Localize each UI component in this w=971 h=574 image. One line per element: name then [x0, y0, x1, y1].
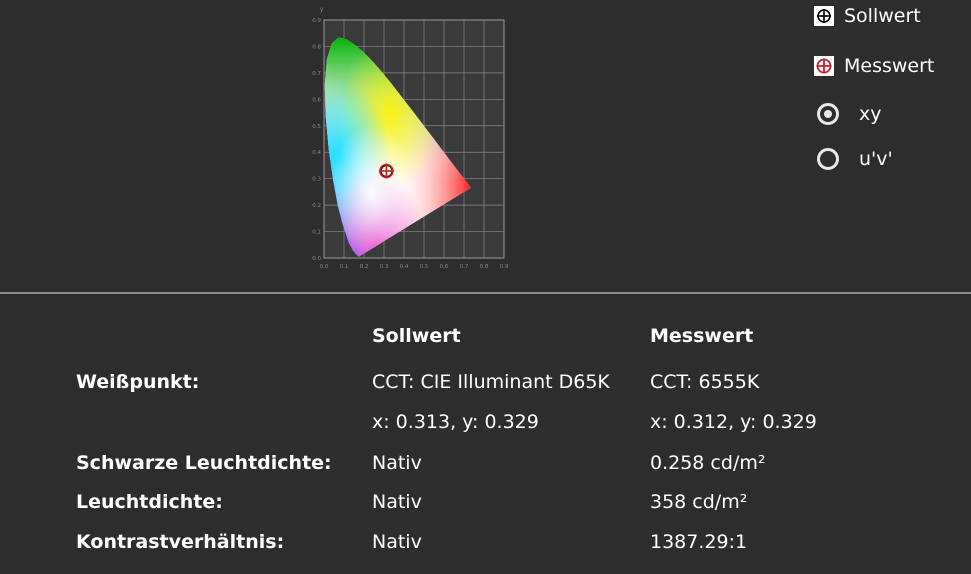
whitepoint-target-xy: x: 0.313, y: 0.329 [372, 411, 539, 433]
y-tick-label: 0.8 [312, 44, 321, 50]
whitepoint-target-cct: CCT: CIE Illuminant D65K [372, 371, 610, 393]
column-header-target: Sollwert [372, 325, 461, 347]
x-tick-label: 0.3 [380, 264, 389, 270]
cie-diagram: 0.0 0.1 0.2 0.3 0.4 0.5 0.6 0.7 0.8 0.9 0.9 0.8 0.7 0… [300, 0, 522, 275]
section-divider [0, 292, 971, 294]
radio-xy-label: xy [859, 103, 882, 125]
y-axis-label: y [320, 6, 324, 13]
y-tick-label: 0.9 [312, 18, 321, 24]
luminance-measured: 358 cd/m² [650, 491, 748, 513]
gamut-panel: 0.0 0.1 0.2 0.3 0.4 0.5 0.6 0.7 0.8 0.9 0.9 0.8 0.7 0… [0, 0, 971, 292]
radio-uv[interactable]: u'v' [817, 148, 893, 170]
whitepoint-measured-xy: x: 0.312, y: 0.329 [650, 411, 817, 433]
x-tick-label: 0.4 [400, 264, 409, 270]
column-header-measured: Messwert [650, 325, 754, 347]
y-tick-label: 0.1 [312, 230, 321, 236]
x-tick-label: 0.1 [340, 264, 349, 270]
row-label-whitepoint: Weißpunkt: [76, 371, 200, 393]
x-tick-label: 0.0 [320, 264, 329, 270]
luminance-target: Nativ [372, 491, 422, 513]
y-tick-label: 0.0 [312, 256, 321, 262]
x-tick-label: 0.6 [440, 264, 449, 270]
black-luminance-measured: 0.258 cd/m² [650, 452, 766, 474]
y-tick-label: 0.4 [312, 150, 321, 156]
row-label-black-luminance: Schwarze Leuchtdichte: [76, 452, 332, 474]
whitepoint-measured-cct: CCT: 6555K [650, 371, 760, 393]
radio-uv-button[interactable] [817, 148, 839, 170]
legend-target: Sollwert [814, 5, 921, 27]
y-tick-label: 0.6 [312, 97, 321, 103]
crosshair-circle-icon [814, 56, 834, 76]
contrast-target: Nativ [372, 531, 422, 553]
contrast-measured: 1387.29:1 [650, 531, 748, 553]
y-tick-label: 0.3 [312, 177, 321, 183]
radio-xy-button[interactable] [817, 103, 839, 125]
y-tick-label: 0.7 [312, 71, 321, 77]
radio-uv-label: u'v' [859, 148, 893, 170]
x-tick-label: 0.2 [360, 264, 369, 270]
black-luminance-target: Nativ [372, 452, 422, 474]
x-tick-label: 0.7 [460, 264, 469, 270]
x-tick-label: 0.9 [500, 264, 509, 270]
radio-xy[interactable]: xy [817, 103, 882, 125]
cie-chromaticity-chart: 0.0 0.1 0.2 0.3 0.4 0.5 0.6 0.7 0.8 0.9 0.9 0.8 0.7 0… [312, 6, 509, 270]
row-label-luminance: Leuchtdichte: [76, 491, 223, 513]
row-label-contrast: Kontrastverhältnis: [76, 531, 285, 553]
y-tick-label: 0.5 [312, 124, 321, 130]
x-tick-label: 0.8 [480, 264, 489, 270]
legend-measured: Messwert [814, 55, 934, 77]
legend-target-label: Sollwert [844, 5, 921, 27]
crosshair-box-icon [814, 6, 834, 26]
legend-measured-label: Messwert [844, 55, 935, 77]
x-tick-label: 0.5 [420, 264, 429, 270]
y-tick-label: 0.2 [312, 203, 321, 209]
